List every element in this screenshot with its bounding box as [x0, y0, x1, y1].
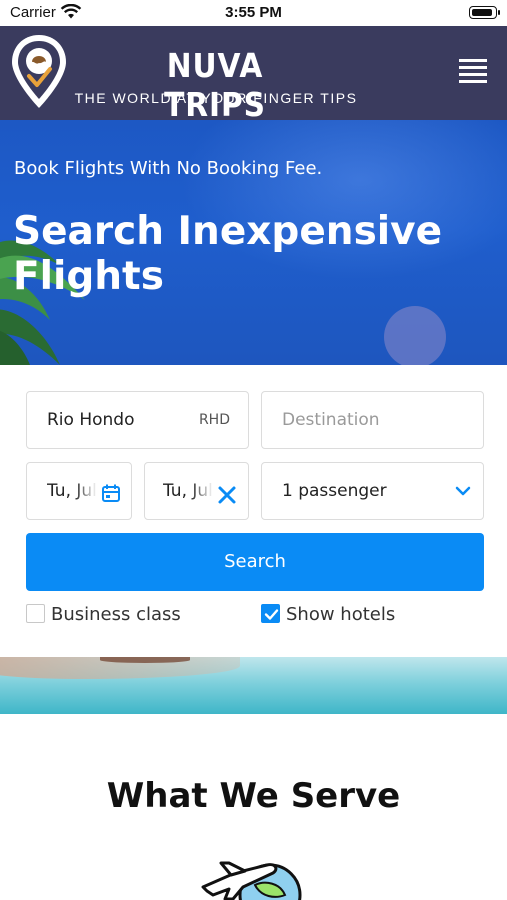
brand-name[interactable]: NUVA TRIPS	[130, 46, 301, 124]
beach-image	[0, 657, 507, 714]
return-date-value: Tu, Jul	[163, 481, 213, 501]
depart-date-value: Tu, Jul	[47, 481, 97, 501]
origin-airport-code: RHD	[198, 412, 230, 428]
map-pin-logo-icon[interactable]	[8, 32, 70, 112]
passengers-select[interactable]: 1 passenger	[261, 462, 484, 520]
depart-date-input[interactable]: Tu, Jul	[26, 462, 132, 520]
clock-time: 3:55 PM	[225, 4, 282, 21]
search-button[interactable]: Search	[26, 533, 484, 591]
beach-shadow	[100, 657, 190, 663]
hero-subtitle: Book Flights With No Booking Fee.	[14, 158, 323, 179]
hamburger-menu-icon[interactable]	[459, 59, 487, 85]
origin-input[interactable]: Rio Hondo RHD	[26, 391, 249, 449]
status-bar: Carrier 3:55 PM	[0, 0, 507, 26]
show-hotels-label[interactable]: Show hotels	[286, 604, 395, 625]
business-class-label[interactable]: Business class	[51, 604, 181, 625]
hero-title: Search Inexpensive Flights	[13, 209, 443, 299]
passengers-value: 1 passenger	[282, 481, 387, 501]
site-header: NUVA TRIPS THE WORLD AT YOUR FINGER TIPS	[0, 26, 507, 124]
return-date-input[interactable]: Tu, Jul	[144, 462, 249, 520]
brand-tagline: THE WORLD AT YOUR FINGER TIPS	[74, 90, 358, 106]
business-class-checkbox[interactable]: Business class	[26, 604, 226, 626]
battery-icon	[469, 6, 500, 19]
calendar-icon[interactable]	[101, 483, 121, 503]
destination-placeholder: Destination	[282, 410, 380, 430]
origin-value: Rio Hondo	[47, 410, 135, 430]
destination-input[interactable]: Destination	[261, 391, 484, 449]
hero-banner: Book Flights With No Booking Fee. Search…	[0, 120, 507, 365]
business-class-box[interactable]	[26, 604, 45, 623]
clear-x-icon[interactable]	[217, 485, 237, 505]
show-hotels-box[interactable]	[261, 604, 280, 623]
decorative-circle	[384, 306, 446, 365]
services-title: What We Serve	[106, 776, 401, 816]
airplane-globe-icon	[201, 861, 302, 900]
show-hotels-checkbox[interactable]: Show hotels	[261, 604, 461, 626]
chevron-down-icon	[455, 486, 471, 496]
checkmark-icon	[264, 609, 279, 620]
